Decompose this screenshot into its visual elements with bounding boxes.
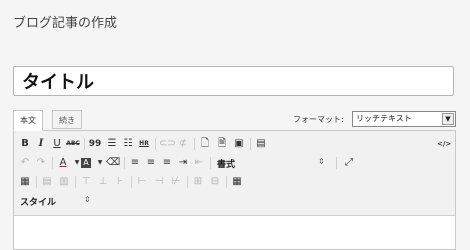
toolbar-divider: [155, 138, 156, 150]
editor-content-area[interactable]: [14, 216, 455, 249]
toolbar-row-4: スタイル ⇕: [18, 193, 451, 211]
text-color-icon[interactable]: A: [56, 156, 70, 170]
align-left-icon[interactable]: ≡: [128, 156, 142, 170]
horizontal-rule-icon[interactable]: HR: [137, 137, 151, 151]
toolbar-divider: [52, 157, 53, 169]
table-row-icon[interactable]: ▤: [40, 175, 54, 189]
unlink-icon[interactable]: ⊄: [176, 137, 190, 151]
toolbar-divider: [131, 176, 132, 188]
toolbar-divider: [250, 138, 251, 150]
insert-row-before-icon[interactable]: ⊤: [79, 175, 93, 189]
bulleted-list-icon[interactable]: ☰: [105, 137, 119, 151]
undo-icon[interactable]: ↶: [18, 156, 32, 170]
toolbar-divider: [84, 138, 85, 150]
toolbar-divider: [36, 176, 37, 188]
template-icon[interactable]: ▤: [254, 137, 268, 151]
editor-toolbar: B I U ABC 99 ☰ ☷ HR ⊂⊃ ⊄ 🗋 🗎 ▣ ▤ </> ↶ ↷…: [14, 131, 455, 216]
split-cells-icon[interactable]: ⊞: [191, 175, 205, 189]
toolbar-divider: [75, 176, 76, 188]
rich-text-editor: B I U ABC 99 ☰ ☷ HR ⊂⊃ ⊄ 🗋 🗎 ▣ ▤ </> ↶ ↷…: [13, 130, 456, 250]
align-right-icon[interactable]: ≡: [160, 156, 174, 170]
toolbar-row-2: ↶ ↷ A ▼ A ▼ ⌫ ≡ ≡ ≡ ⇥ ⇤ 書式 ⇕ ⤢: [18, 155, 451, 173]
table-delete-icon[interactable]: ▥: [57, 175, 71, 189]
toolbar-divider: [187, 176, 188, 188]
format-select-value: リッチテキスト: [356, 114, 412, 123]
format-label: フォーマット:: [293, 115, 344, 124]
toolbar-divider: [336, 157, 337, 169]
italic-button[interactable]: I: [34, 137, 48, 151]
toolbar-divider: [124, 157, 125, 169]
numbered-list-icon[interactable]: ☷: [121, 137, 135, 151]
toolbar-divider: [226, 176, 227, 188]
delete-row-icon[interactable]: ⊦: [113, 175, 127, 189]
fullscreen-icon[interactable]: ⤢: [342, 156, 356, 170]
page-title: ブログ記事の作成: [13, 16, 118, 31]
strikethrough-button[interactable]: ABC: [66, 137, 80, 151]
redo-icon[interactable]: ↷: [34, 156, 48, 170]
blockquote-button[interactable]: 99: [88, 137, 102, 151]
source-code-button[interactable]: </>: [437, 137, 451, 151]
bold-button[interactable]: B: [18, 137, 32, 151]
table-icon[interactable]: ▦: [18, 175, 32, 189]
toolbar-row-3: ▦ ▤ ▥ ⊤ ⊥ ⊦ ⊢ ⊣ ⊬ ⊞ ⊟ ▦: [18, 174, 451, 192]
eraser-icon[interactable]: ⌫: [106, 156, 120, 170]
chevron-down-icon: ▼: [442, 113, 454, 125]
dropdown-spinner-icon: ⇕: [318, 157, 325, 166]
toolbar-divider: [210, 157, 211, 169]
insert-column-after-icon[interactable]: ⊣: [152, 175, 166, 189]
format-block-dropdown[interactable]: 書式: [217, 157, 235, 170]
image-icon[interactable]: ▣: [232, 137, 246, 151]
file-icon[interactable]: 🗋: [198, 137, 212, 151]
chevron-down-icon[interactable]: ▼: [93, 156, 107, 170]
delete-column-icon[interactable]: ⊬: [169, 175, 183, 189]
insert-row-after-icon[interactable]: ⊥: [96, 175, 110, 189]
title-input[interactable]: [13, 66, 454, 96]
grid-icon[interactable]: ▦: [230, 175, 244, 189]
underline-button[interactable]: U: [50, 137, 64, 151]
tab-more[interactable]: 続き: [52, 110, 82, 129]
format-select[interactable]: リッチテキスト ▼: [352, 111, 456, 127]
link-icon[interactable]: ⊂⊃: [159, 137, 176, 151]
editor-tabs: 本文 続き フォーマット: リッチテキスト ▼: [13, 110, 456, 131]
merge-cells-icon[interactable]: ⊟: [208, 175, 222, 189]
background-color-icon[interactable]: A: [81, 158, 91, 168]
insert-column-before-icon[interactable]: ⊢: [135, 175, 149, 189]
outdent-icon[interactable]: ⇤: [192, 156, 206, 170]
toolbar-divider: [194, 138, 195, 150]
style-dropdown[interactable]: スタイル: [20, 195, 56, 208]
indent-icon[interactable]: ⇥: [176, 156, 190, 170]
toolbar-row-1: B I U ABC 99 ☰ ☷ HR ⊂⊃ ⊄ 🗋 🗎 ▣ ▤ </>: [18, 136, 451, 154]
file-upload-icon[interactable]: 🗎: [215, 137, 229, 151]
tab-body[interactable]: 本文: [13, 110, 43, 131]
dropdown-spinner-icon: ⇕: [84, 195, 91, 204]
align-center-icon[interactable]: ≡: [144, 156, 158, 170]
